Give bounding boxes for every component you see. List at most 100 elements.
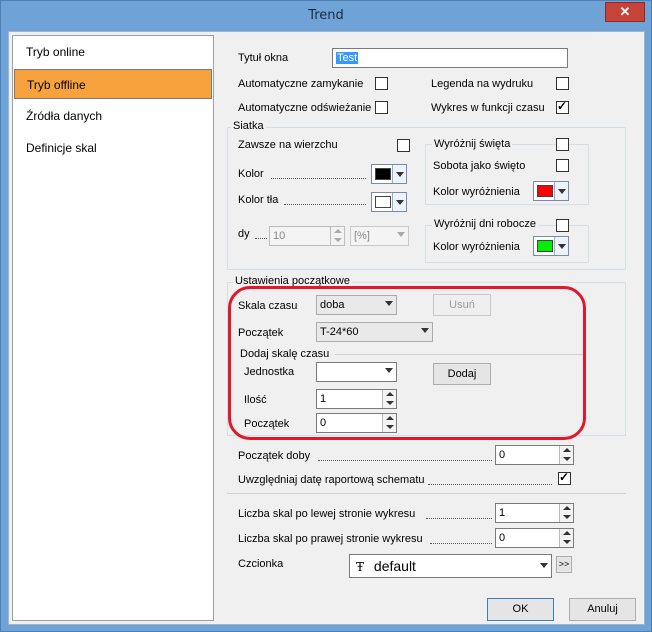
left-scales-spinner[interactable] bbox=[559, 504, 573, 522]
right-scales-spinner[interactable] bbox=[559, 529, 573, 547]
chevron-down-icon bbox=[392, 165, 406, 183]
grid-bg-color-picker[interactable] bbox=[371, 192, 407, 212]
font-select[interactable]: Ŧ default bbox=[349, 554, 552, 578]
window-title-input[interactable]: Test bbox=[332, 48, 568, 68]
window-title-value: Test bbox=[336, 52, 359, 64]
dy-value: 10 bbox=[273, 230, 286, 242]
time-scale-select[interactable]: doba bbox=[316, 295, 397, 315]
start-value: T-24*60 bbox=[320, 326, 359, 338]
grid-group-title: Siatka bbox=[231, 120, 266, 132]
sidebar-item-offline[interactable]: Tryb offline bbox=[14, 69, 212, 99]
workday-color-picker[interactable] bbox=[533, 236, 569, 256]
holiday-color-swatch bbox=[537, 185, 553, 197]
workday-color-label: Kolor wyróżnienia bbox=[433, 241, 520, 253]
chevron-down-icon bbox=[385, 368, 393, 373]
start2-input[interactable]: 0 bbox=[316, 413, 397, 433]
window-title-label: Tytuł okna bbox=[238, 52, 289, 64]
remove-button[interactable]: Usuń bbox=[433, 294, 491, 316]
right-scales-input[interactable]: 0 bbox=[495, 528, 574, 548]
close-button[interactable]: ✕ bbox=[605, 2, 645, 22]
left-scales-label: Liczba skal po lewej stronie wykresu bbox=[238, 508, 416, 520]
time-scale-value: doba bbox=[320, 299, 345, 311]
start-label: Początek bbox=[238, 327, 284, 339]
grid-color-label: Kolor bbox=[238, 168, 264, 180]
chevron-down-icon bbox=[397, 232, 405, 237]
workdays-checkbox[interactable] bbox=[556, 219, 569, 232]
day-start-input[interactable]: 0 bbox=[495, 445, 574, 465]
chevron-down-icon bbox=[554, 182, 568, 200]
dy-spinner[interactable] bbox=[330, 227, 344, 245]
always-on-top-label: Zawsze na wierzchu bbox=[238, 139, 338, 151]
legend-print-label: Legenda na wydruku bbox=[431, 78, 534, 90]
unit-select[interactable] bbox=[316, 362, 397, 382]
workday-color-swatch bbox=[537, 240, 553, 252]
left-scales-input[interactable]: 1 bbox=[495, 503, 574, 523]
grid-bg-color-swatch bbox=[375, 196, 391, 208]
unit-label: Jednostka bbox=[244, 366, 295, 378]
count-value: 1 bbox=[320, 393, 327, 405]
grid-bg-color-label: Kolor tła bbox=[238, 194, 279, 206]
grid-bg-color-leader bbox=[284, 204, 366, 205]
day-start-spinner[interactable] bbox=[559, 446, 573, 464]
left-scales-leader bbox=[426, 518, 492, 519]
font-label: Czcionka bbox=[238, 558, 284, 570]
time-chart-label: Wykres w funkcji czasu bbox=[431, 102, 545, 114]
chevron-down-icon bbox=[540, 563, 548, 568]
sidebar-item-scale-definitions[interactable]: Definicje skal bbox=[14, 133, 212, 163]
auto-close-label: Automatyczne zamykanie bbox=[238, 78, 364, 90]
count-spinner[interactable] bbox=[382, 390, 396, 408]
cancel-button[interactable]: Anuluj bbox=[569, 598, 636, 621]
dy-unit-value: [%] bbox=[354, 230, 370, 242]
day-start-label: Początek doby bbox=[238, 450, 311, 462]
workdays-group-title: Wyróżnij dni robocze bbox=[432, 218, 538, 230]
grid-color-leader bbox=[271, 178, 366, 179]
holiday-color-picker[interactable] bbox=[533, 181, 569, 201]
time-scale-label: Skala czasu bbox=[238, 300, 298, 312]
dy-leader bbox=[255, 238, 267, 239]
time-chart-checkbox[interactable] bbox=[556, 99, 569, 114]
chevron-down-icon bbox=[554, 237, 568, 255]
auto-refresh-checkbox[interactable] bbox=[375, 101, 388, 114]
report-date-checkbox[interactable] bbox=[558, 470, 571, 485]
font-more-button[interactable]: >> bbox=[556, 556, 572, 573]
sidebar-item-data-sources[interactable]: Źródła danych bbox=[14, 101, 212, 131]
start2-label: Początek bbox=[244, 418, 290, 430]
count-label: Ilość bbox=[244, 394, 267, 406]
grid-color-picker[interactable] bbox=[371, 164, 407, 184]
day-start-value: 0 bbox=[499, 449, 506, 461]
count-input[interactable]: 1 bbox=[316, 389, 397, 409]
font-value: default bbox=[373, 558, 416, 574]
add-button[interactable]: Dodaj bbox=[433, 363, 491, 385]
always-on-top-checkbox[interactable] bbox=[397, 139, 410, 152]
font-icon: Ŧ bbox=[356, 560, 365, 574]
chevron-down-icon bbox=[421, 328, 429, 333]
dy-input[interactable]: 10 bbox=[269, 226, 345, 246]
right-scales-value: 0 bbox=[499, 532, 506, 544]
holidays-checkbox[interactable] bbox=[556, 138, 569, 151]
add-scale-divider bbox=[335, 354, 583, 355]
right-scales-leader bbox=[430, 543, 492, 544]
legend-print-checkbox[interactable] bbox=[556, 77, 569, 90]
sidebar: Tryb online Tryb offline Źródła danych D… bbox=[12, 35, 214, 621]
saturday-holiday-checkbox[interactable] bbox=[556, 159, 569, 172]
report-date-leader bbox=[428, 484, 552, 485]
auto-close-checkbox[interactable] bbox=[375, 77, 388, 90]
trend-window: Trend ✕ Tryb online Tryb offline Źródła … bbox=[0, 0, 652, 632]
right-scales-label: Liczba skal po prawej stronie wykresu bbox=[238, 533, 423, 545]
ok-button[interactable]: OK bbox=[487, 598, 554, 621]
window-title: Trend bbox=[308, 8, 344, 23]
holidays-group-title: Wyróżnij święta bbox=[432, 138, 513, 150]
start-select[interactable]: T-24*60 bbox=[316, 322, 433, 342]
auto-refresh-label: Automatyczne odświeżanie bbox=[238, 102, 372, 114]
dy-unit-select[interactable]: [%] bbox=[350, 226, 409, 246]
day-start-leader bbox=[318, 460, 492, 461]
report-date-label: Uwzględniaj datę raportową schematu bbox=[238, 474, 425, 486]
dy-label: dy bbox=[238, 228, 250, 240]
saturday-holiday-label: Sobota jako święto bbox=[433, 160, 526, 172]
section-divider bbox=[227, 493, 626, 494]
dialog-client: Tryb online Tryb offline Źródła danych D… bbox=[8, 31, 645, 625]
left-scales-value: 1 bbox=[499, 507, 506, 519]
start2-spinner[interactable] bbox=[382, 414, 396, 432]
start2-value: 0 bbox=[320, 417, 327, 429]
sidebar-item-online[interactable]: Tryb online bbox=[14, 37, 212, 67]
